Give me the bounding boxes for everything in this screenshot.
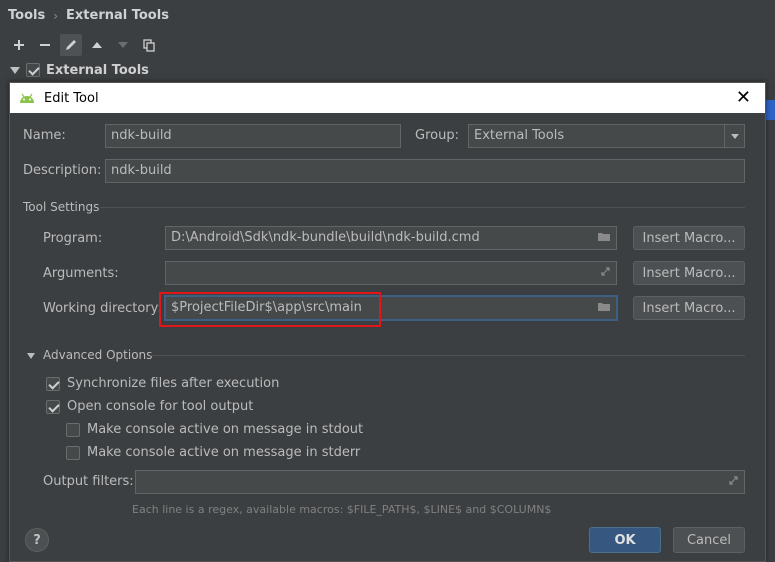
- output-filters-label: Output filters:: [43, 474, 134, 489]
- console-stderr-label: Make console active on message in stderr: [87, 445, 361, 460]
- breadcrumb: Tools › External Tools: [8, 8, 169, 23]
- arguments-label: Arguments:: [43, 266, 119, 281]
- tree-row-external-tools[interactable]: External Tools: [0, 58, 775, 82]
- program-label: Program:: [43, 231, 103, 246]
- chevron-down-icon[interactable]: [724, 125, 744, 147]
- sync-files-checkbox[interactable]: [46, 376, 60, 391]
- advanced-options-title: Advanced Options: [43, 348, 153, 362]
- console-stderr-option[interactable]: Make console active on message in stderr: [66, 445, 360, 460]
- minus-icon[interactable]: [34, 34, 56, 56]
- breadcrumb-tools[interactable]: Tools: [8, 8, 45, 23]
- console-stderr-checkbox[interactable]: [66, 445, 80, 460]
- open-console-option[interactable]: Open console for tool output: [46, 399, 253, 414]
- description-field[interactable]: ndk-build: [105, 159, 745, 183]
- working-directory-label: Working directory:: [43, 301, 162, 316]
- folder-icon[interactable]: [597, 231, 611, 245]
- dialog-titlebar: Edit Tool ✕: [10, 83, 765, 113]
- name-field[interactable]: ndk-build: [105, 124, 401, 148]
- name-label: Name:: [23, 128, 66, 143]
- group-combo[interactable]: External Tools: [468, 124, 745, 148]
- description-label: Description:: [23, 163, 102, 178]
- console-stdout-checkbox[interactable]: [66, 422, 80, 437]
- output-filters-hint: Each line is a regex, available macros: …: [132, 503, 552, 516]
- tool-settings-title: Tool Settings: [23, 200, 100, 214]
- sync-files-label: Synchronize files after execution: [67, 376, 280, 391]
- arrow-down-icon[interactable]: [112, 34, 134, 56]
- breadcrumb-chevron-icon: ›: [53, 8, 59, 23]
- group-label: Group:: [415, 128, 459, 143]
- android-icon: [20, 93, 34, 103]
- highlight-box: [159, 292, 381, 327]
- collapse-triangle-icon: [27, 352, 35, 359]
- arguments-field[interactable]: [165, 261, 617, 285]
- open-console-checkbox[interactable]: [46, 399, 60, 414]
- sync-files-option[interactable]: Synchronize files after execution: [46, 376, 279, 391]
- copy-icon[interactable]: [138, 34, 160, 56]
- expand-icon[interactable]: [728, 475, 739, 489]
- working-directory-insert-macro-button[interactable]: Insert Macro...: [633, 296, 745, 320]
- program-value: D:\Android\Sdk\ndk-bundle\build\ndk-buil…: [171, 230, 480, 245]
- console-stdout-label: Make console active on message in stdout: [87, 422, 364, 437]
- close-icon[interactable]: ✕: [736, 89, 751, 107]
- folder-icon[interactable]: [597, 301, 611, 315]
- program-insert-macro-button[interactable]: Insert Macro...: [633, 226, 745, 250]
- plus-icon[interactable]: [8, 34, 30, 56]
- ok-button[interactable]: OK: [589, 527, 661, 553]
- group-checkbox[interactable]: [26, 63, 40, 77]
- edit-tool-dialog: Edit Tool ✕ Name: ndk-build Group: Exter…: [9, 82, 766, 562]
- program-field[interactable]: D:\Android\Sdk\ndk-bundle\build\ndk-buil…: [165, 226, 617, 250]
- expand-icon[interactable]: [600, 266, 611, 280]
- breadcrumb-external-tools[interactable]: External Tools: [66, 8, 169, 23]
- arrow-up-icon[interactable]: [86, 34, 108, 56]
- tools-toolbar: [8, 34, 160, 56]
- tool-settings-separator: [100, 207, 745, 208]
- help-button[interactable]: ?: [25, 528, 49, 552]
- dialog-title: Edit Tool: [44, 90, 99, 106]
- advanced-options-separator: [150, 355, 745, 356]
- selected-row-highlight: [766, 100, 775, 120]
- expand-triangle-icon[interactable]: [10, 66, 20, 74]
- tree-group-label: External Tools: [46, 62, 149, 78]
- open-console-label: Open console for tool output: [67, 399, 254, 414]
- cancel-button[interactable]: Cancel: [673, 527, 745, 553]
- console-stdout-option[interactable]: Make console active on message in stdout: [66, 422, 363, 437]
- advanced-options-toggle[interactable]: Advanced Options: [27, 348, 152, 362]
- pencil-icon[interactable]: [60, 34, 82, 56]
- group-combo-value: External Tools: [474, 128, 565, 143]
- output-filters-field[interactable]: [135, 470, 745, 494]
- arguments-insert-macro-button[interactable]: Insert Macro...: [633, 261, 745, 285]
